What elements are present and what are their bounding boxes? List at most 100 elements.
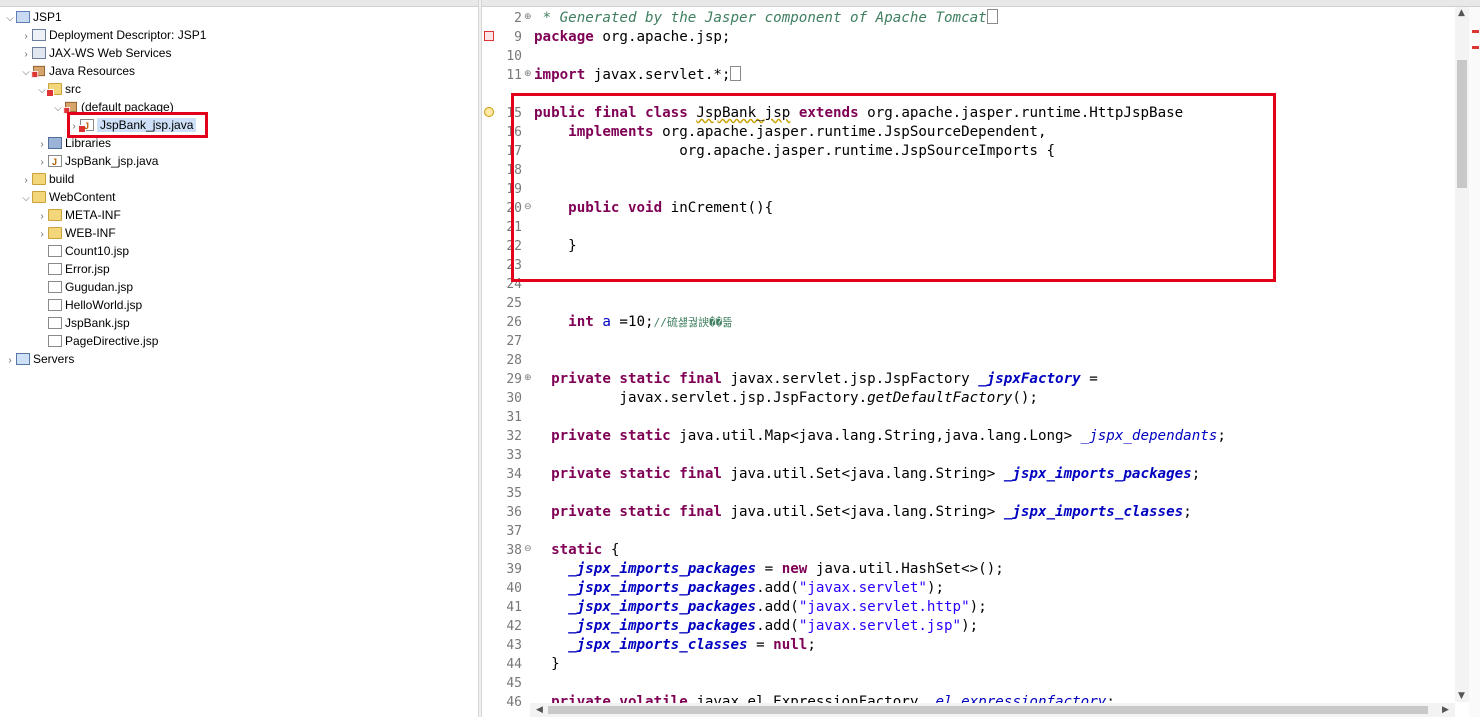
- project-icon: [16, 11, 30, 23]
- tree-item-jspbank-java[interactable]: ›JspBank_jsp.java: [36, 152, 158, 171]
- scroll-right-arrow-icon[interactable]: ▶: [1442, 705, 1449, 715]
- code-line-39: _jspx_imports_packages = new java.util.H…: [534, 561, 1004, 577]
- libraries-icon: [48, 137, 62, 149]
- line-number: 32: [506, 429, 522, 444]
- tree-item-helloworld-jsp[interactable]: HelloWorld.jsp: [48, 296, 142, 314]
- overview-ruler[interactable]: [1469, 7, 1480, 717]
- line-number: 33: [506, 448, 522, 463]
- code-line-32: private static java.util.Map<java.lang.S…: [534, 428, 1226, 444]
- tree-item-meta-inf[interactable]: › META-INF: [36, 206, 120, 224]
- line-number: 28: [506, 353, 522, 368]
- folder-icon: [32, 173, 46, 185]
- fold-expand-icon[interactable]: ⊕: [524, 13, 533, 22]
- jsp-file-icon: [48, 299, 62, 311]
- line-number: 2: [514, 11, 522, 26]
- line-number: 44: [506, 657, 522, 672]
- folded-imports-icon[interactable]: [730, 66, 742, 81]
- line-number: 37: [506, 524, 522, 539]
- tree-item-build[interactable]: › build: [20, 170, 74, 188]
- code-line-26: int a =10;//硫섏궗諛��뜲: [534, 314, 733, 330]
- line-number: 29: [506, 372, 522, 387]
- line-number: 27: [506, 334, 522, 349]
- tree-item-jax-ws[interactable]: › JAX-WS Web Services: [20, 44, 171, 62]
- code-line-43: _jspx_imports_classes = null;: [534, 637, 816, 653]
- line-number: 26: [506, 315, 522, 330]
- line-number: 9: [514, 30, 522, 45]
- tree-item-count10-jsp[interactable]: Count10.jsp: [48, 242, 129, 260]
- collapsed-arrow-icon[interactable]: ›: [36, 226, 48, 244]
- tree-item-servers[interactable]: › Servers: [4, 350, 74, 368]
- tree-item-java-resources[interactable]: ⌵ Java Resources: [20, 62, 135, 80]
- vertical-scrollbar-thumb[interactable]: [1457, 60, 1467, 188]
- tree-item-pagedirective-jsp[interactable]: PageDirective.jsp: [48, 332, 158, 350]
- line-number: 43: [506, 638, 522, 653]
- package-icon: [63, 101, 77, 114]
- scroll-down-arrow-icon[interactable]: ▼: [1458, 691, 1465, 701]
- line-number: 39: [506, 562, 522, 577]
- line-number: 31: [506, 410, 522, 425]
- error-overlay-icon: [46, 89, 54, 97]
- tree-item-error-jsp[interactable]: Error.jsp: [48, 260, 110, 278]
- line-number: 41: [506, 600, 522, 615]
- editor-tab-strip[interactable]: [482, 0, 1480, 7]
- code-line-34: private static final java.util.Set<java.…: [534, 466, 1201, 482]
- code-line-38: static {: [534, 542, 620, 558]
- line-number: 25: [506, 296, 522, 311]
- code-line-9: package org.apache.jsp;: [534, 29, 731, 45]
- horizontal-scrollbar-thumb[interactable]: [548, 706, 1428, 714]
- tree-item-jsp1[interactable]: ⌵ JSP1: [4, 8, 61, 28]
- expanded-arrow-icon[interactable]: ⌵: [20, 190, 32, 208]
- line-number: 45: [506, 676, 522, 691]
- overview-error-mark[interactable]: [1472, 46, 1479, 49]
- code-line-42: _jspx_imports_packages.add("javax.servle…: [534, 618, 979, 634]
- fold-expand-icon[interactable]: ⊕: [524, 70, 533, 79]
- folded-comment-icon[interactable]: [986, 9, 998, 24]
- java-resources-icon: [31, 65, 45, 78]
- explorer-tab-strip[interactable]: [0, 0, 478, 7]
- code-line-41: _jspx_imports_packages.add("javax.servle…: [534, 599, 987, 615]
- code-line-44: }: [534, 656, 560, 672]
- tree-item-web-inf[interactable]: › WEB-INF: [36, 224, 115, 244]
- tree-item-webcontent[interactable]: ⌵ WebContent: [20, 188, 115, 208]
- code-line-29: private static final javax.servlet.jsp.J…: [534, 371, 1098, 387]
- line-number: 11: [506, 68, 522, 83]
- fold-collapse-icon[interactable]: ⊖: [524, 545, 533, 554]
- expanded-arrow-icon[interactable]: ⌵: [4, 10, 16, 28]
- code-line-36: private static final java.util.Set<java.…: [534, 504, 1192, 520]
- line-number: 35: [506, 486, 522, 501]
- overview-error-mark[interactable]: [1472, 30, 1479, 33]
- scroll-up-arrow-icon[interactable]: ▲: [1458, 8, 1465, 18]
- expanded-arrow-icon[interactable]: ⌵: [52, 100, 64, 118]
- jsp-file-icon: [48, 335, 62, 347]
- code-line-30: javax.servlet.jsp.JspFactory.getDefaultF…: [534, 390, 1038, 406]
- java-file-icon: [48, 153, 62, 171]
- line-number: 38: [506, 543, 522, 558]
- scroll-left-arrow-icon[interactable]: ◀: [536, 705, 543, 715]
- folder-icon: [48, 209, 62, 221]
- tree-item-gugudan-jsp[interactable]: Gugudan.jsp: [48, 278, 133, 296]
- line-number: 46: [506, 695, 522, 710]
- code-line-11: import javax.servlet.*;: [534, 66, 742, 85]
- jsp-file-icon: [48, 245, 62, 257]
- highlight-box-selected-file: [67, 112, 208, 138]
- expanded-arrow-icon[interactable]: ⌵: [20, 64, 32, 82]
- folder-icon: [48, 227, 62, 239]
- fold-expand-icon[interactable]: ⊕: [524, 374, 533, 383]
- line-number: 36: [506, 505, 522, 520]
- line-number: 42: [506, 619, 522, 634]
- line-number: 30: [506, 391, 522, 406]
- deployment-descriptor-icon: [32, 29, 46, 41]
- code-line-2: * Generated by the Jasper component of A…: [534, 9, 998, 28]
- tree-item-jspbank-jsp[interactable]: JspBank.jsp: [48, 314, 130, 332]
- web-services-icon: [32, 47, 46, 59]
- jsp-file-icon: [48, 263, 62, 275]
- tree-item-deployment-descriptor[interactable]: › Deployment Descriptor: JSP1: [20, 26, 206, 44]
- code-line-40: _jspx_imports_packages.add("javax.servle…: [534, 580, 945, 596]
- project-explorer: ⌵ JSP1 › Deployment Descriptor: JSP1 › JAX-…: [0, 0, 478, 717]
- source-folder-icon: [46, 83, 62, 97]
- jsp-file-icon: [48, 281, 62, 293]
- tree-item-src[interactable]: ⌵ src: [36, 80, 81, 98]
- collapsed-arrow-icon[interactable]: ›: [4, 352, 16, 370]
- line-number: 40: [506, 581, 522, 596]
- highlight-box-class-declaration: [511, 93, 1276, 282]
